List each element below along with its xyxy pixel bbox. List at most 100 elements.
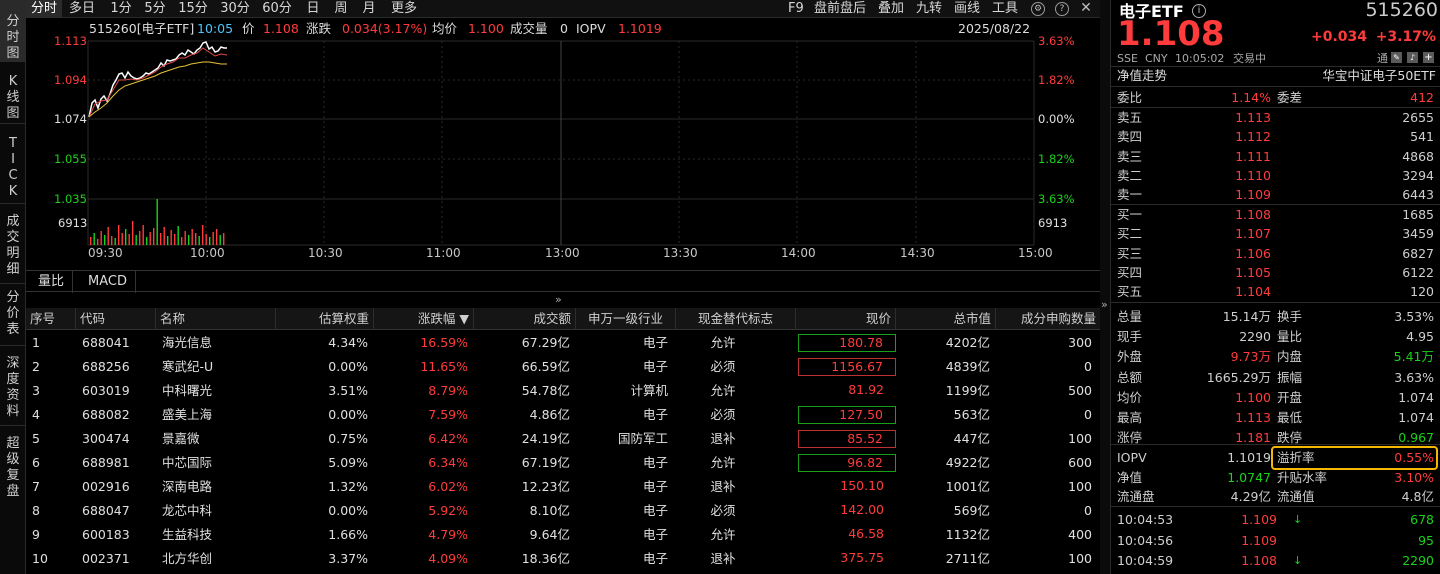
stat2-value: 1.1019 [1227, 450, 1271, 465]
y-right-2: 1.82% [1038, 73, 1075, 87]
table-row[interactable]: 8 688047 龙芯中科 0.00% 5.92% 8.10亿 电子 必须 569亿 0 142.0… [26, 499, 1100, 523]
volume-bar [216, 229, 218, 245]
table-row[interactable]: 3 603019 中科曙光 3.51% 8.79% 54.78亿 计算机 允许 1199亿 500… [26, 379, 1100, 403]
tick-volume: 2290 [1402, 553, 1434, 568]
avg-price-line-yellow [88, 61, 227, 118]
volume-bar [118, 225, 120, 245]
tick-time: 10:04:53 [1117, 512, 1174, 527]
table-row[interactable]: 5 300474 景嘉微 0.75% 6.42% 24.19亿 国防军工 退补 447亿 100 8… [26, 427, 1100, 451]
tick-price: 1.108 [1241, 553, 1277, 568]
panel-splitter[interactable]: » [1100, 0, 1110, 574]
volume-bar [153, 228, 155, 245]
time-1000: 10:00 [190, 246, 225, 260]
row-code: 688082 [82, 407, 130, 422]
table-row[interactable]: 9 600183 生益科技 1.66% 4.79% 9.64亿 电子 允许 1132亿 400 46… [26, 523, 1100, 547]
volume-bar [156, 199, 158, 245]
stat2-label: 升贴水率 [1277, 469, 1328, 485]
col-mcap[interactable]: 总市值 [896, 308, 996, 330]
table-row[interactable]: 10 002371 北方华创 3.37% 4.09% 18.36亿 电子 退补 2711亿 100… [26, 547, 1100, 571]
time-1400: 14:00 [781, 246, 816, 260]
volume-bar [174, 234, 176, 245]
col-code[interactable]: 代码 [76, 308, 156, 330]
col-index[interactable]: 序号 [26, 308, 76, 330]
nav-trend-label[interactable]: 净值走势 [1117, 66, 1167, 85]
volume-bar [167, 236, 169, 245]
nav-super-review[interactable]: 超 级 复 盘 [0, 426, 26, 499]
bell-icon[interactable]: ♪ [1407, 52, 1418, 63]
col-weight[interactable]: 估算权重 [276, 308, 374, 330]
tick-price: 1.109 [1241, 512, 1277, 527]
collapse-chevron-icon[interactable]: » [555, 293, 562, 306]
volume-bar [146, 237, 148, 245]
col-change[interactable]: 涨跌幅 ▼ [374, 308, 474, 330]
nav-price-table[interactable]: 分 价 表 [0, 284, 26, 346]
volume-bar [111, 236, 113, 245]
row-code: 688256 [82, 359, 130, 374]
y-right-4: 1.82% [1038, 152, 1075, 166]
edit-icon[interactable]: ✎ [1391, 52, 1402, 63]
tick-price: 1.109 [1241, 532, 1277, 548]
table-row[interactable]: 2 688256 寒武纪-U 0.00% 11.65% 66.59亿 电子 必须 4839亿 0 1… [26, 355, 1100, 379]
row-change: 7.59% [428, 407, 468, 422]
tab-macd[interactable]: MACD [80, 271, 136, 293]
tab-volume-ratio[interactable]: 量比 [30, 271, 74, 293]
volume-bar [212, 232, 214, 245]
table-row[interactable]: 6 688981 中芯国际 5.09% 6.34% 67.19亿 电子 允许 4922亿 600 9… [26, 451, 1100, 475]
intraday-chart[interactable] [0, 0, 1100, 270]
volume-bar [132, 221, 134, 245]
row-price: 85.52 [798, 430, 896, 448]
weibi-value: 1.14% [1231, 90, 1271, 105]
buy-level-volume: 120 [1410, 284, 1434, 300]
stat-value: 4.95 [1406, 329, 1434, 345]
row-amount: 18.36亿 [521, 551, 570, 566]
volume-bar [170, 230, 172, 245]
sell-level-label: 卖五 [1117, 110, 1143, 125]
buy-level-volume: 1685 [1402, 207, 1434, 222]
tracked-index-name: 华宝中证电子50ETF [1322, 68, 1436, 83]
row-mcap: 4922亿 [945, 455, 990, 470]
col-name[interactable]: 名称 [156, 308, 276, 330]
buy-level-label: 买三 [1117, 245, 1143, 261]
table-row[interactable]: 1 688041 海光信息 4.34% 16.59% 67.29亿 电子 允许 4202亿 300… [26, 331, 1100, 355]
stat-label: 总量 [1117, 309, 1143, 324]
col-qty[interactable]: 成分申购数量 [996, 308, 1100, 330]
table-row[interactable]: 4 688082 盛美上海 0.00% 7.59% 4.86亿 电子 必须 563亿 0 127.5… [26, 403, 1100, 427]
y-left-1: 1.113 [54, 34, 87, 48]
row-index: 8 [32, 503, 40, 518]
row-industry: 计算机 [630, 383, 668, 398]
row-amount: 8.10亿 [529, 503, 570, 518]
row-mcap: 1001亿 [945, 479, 990, 494]
stat-value: 9.73万 [1230, 349, 1271, 365]
time-1100: 11:00 [426, 246, 461, 260]
col-cash-flag[interactable]: 现金替代标志 [676, 308, 796, 330]
row-weight: 3.51% [328, 383, 368, 398]
sell-level-label: 卖一 [1117, 187, 1143, 203]
add-icon[interactable]: + [1423, 52, 1434, 63]
row-qty: 100 [1068, 431, 1092, 446]
stat-label: 换手 [1277, 309, 1303, 324]
y-right-3: 0.00% [1038, 112, 1075, 126]
expand-chevron-icon[interactable]: » [1101, 298, 1108, 311]
row-change: 4.09% [428, 551, 468, 566]
y-left-4: 1.055 [54, 152, 87, 166]
weibi-label: 委比 [1117, 90, 1143, 105]
stat-value: 1665.29万 [1206, 369, 1271, 385]
row-weight: 5.09% [328, 455, 368, 470]
table-row[interactable]: 7 002916 深南电路 1.32% 6.02% 12.23亿 电子 退补 1001亿 100 1… [26, 475, 1100, 499]
row-cash-flag: 允许 [710, 383, 736, 398]
col-price[interactable]: 现价 [796, 308, 896, 330]
col-industry[interactable]: 申万一级行业 [576, 308, 676, 330]
volume-bar [160, 233, 162, 245]
row-industry: 电子 [642, 551, 668, 566]
y-left-vol: 6913 [58, 216, 88, 230]
y-right-vol: 6913 [1038, 216, 1068, 230]
col-amount[interactable]: 成交额 [474, 308, 576, 330]
time-1300: 13:00 [545, 246, 580, 260]
row-weight: 3.37% [328, 551, 368, 566]
row-name: 龙芯中科 [162, 503, 213, 518]
y-right-1: 3.63% [1038, 34, 1075, 48]
nav-depth-info[interactable]: 深 度 资 料 [0, 346, 26, 426]
row-qty: 100 [1068, 551, 1092, 566]
row-industry: 电子 [642, 479, 668, 494]
volume-bar [125, 229, 127, 245]
